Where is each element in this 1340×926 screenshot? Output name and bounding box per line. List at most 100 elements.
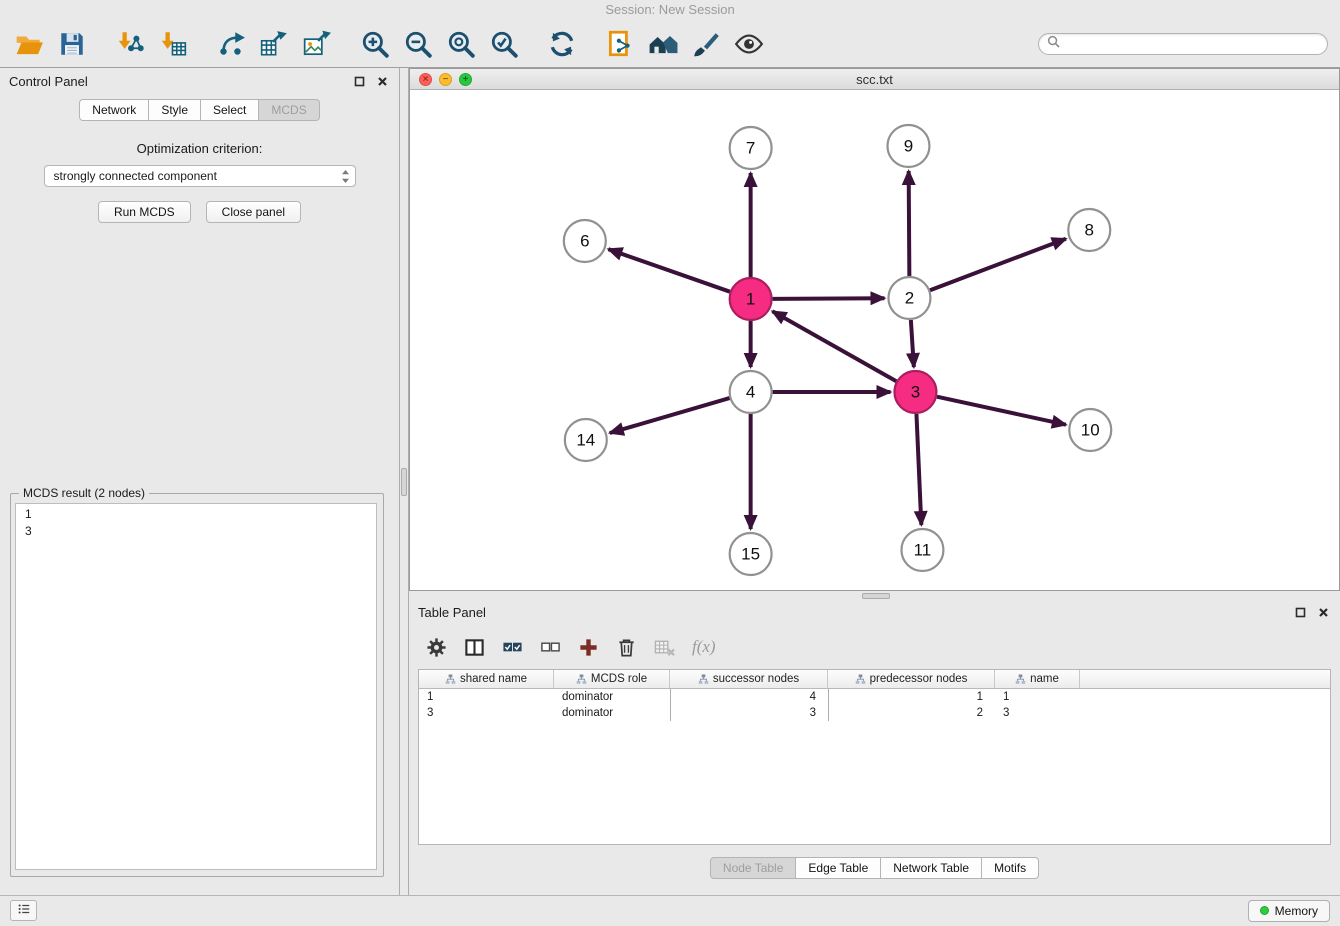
save-button[interactable] bbox=[55, 27, 89, 61]
tab-select[interactable]: Select bbox=[201, 99, 259, 121]
edge-1-6[interactable] bbox=[608, 249, 729, 292]
edge-2-9[interactable] bbox=[909, 171, 910, 276]
memory-status-icon bbox=[1260, 906, 1269, 915]
column-header-successor-nodes[interactable]: successor nodes bbox=[670, 670, 828, 688]
toolbar-group bbox=[12, 27, 89, 61]
tab-network[interactable]: Network bbox=[79, 99, 149, 121]
toolbar-group bbox=[113, 27, 190, 61]
import-table-button[interactable] bbox=[156, 27, 190, 61]
gear-icon bbox=[426, 637, 448, 658]
eye-button[interactable] bbox=[732, 27, 766, 61]
node-15[interactable]: 15 bbox=[730, 533, 772, 575]
gear-button[interactable] bbox=[425, 635, 449, 659]
zoom-window-icon[interactable]: + bbox=[459, 73, 472, 86]
node-11[interactable]: 11 bbox=[901, 529, 943, 571]
open-folder-button[interactable] bbox=[12, 27, 46, 61]
function-builder-button[interactable]: f(x) bbox=[691, 635, 717, 659]
table-tab-network-table[interactable]: Network Table bbox=[881, 857, 982, 879]
table-panel-title: Table Panel bbox=[418, 605, 486, 620]
clear-checkboxes-button[interactable] bbox=[539, 635, 563, 659]
refresh-button[interactable] bbox=[545, 27, 579, 61]
table-tabs: Node TableEdge TableNetwork TableMotifs bbox=[710, 857, 1039, 879]
tab-mcds[interactable]: MCDS bbox=[259, 99, 319, 121]
clear-checkboxes-icon bbox=[540, 637, 562, 658]
tab-style[interactable]: Style bbox=[149, 99, 201, 121]
export-network-button[interactable] bbox=[214, 27, 248, 61]
svg-text:6: 6 bbox=[580, 231, 589, 250]
column-label: predecessor nodes bbox=[870, 673, 968, 685]
zoom-in-icon bbox=[360, 29, 390, 59]
float-panel-icon[interactable] bbox=[352, 74, 367, 89]
document-share-button[interactable] bbox=[603, 27, 637, 61]
right-area: scc.txt ×−+ 7968124314101511 Table Panel bbox=[408, 68, 1340, 895]
float-table-panel-icon[interactable] bbox=[1293, 605, 1308, 620]
edge-3-11[interactable] bbox=[916, 414, 921, 525]
list-icon bbox=[17, 902, 31, 919]
search-input[interactable] bbox=[1065, 36, 1319, 52]
table-delete-button[interactable] bbox=[653, 635, 677, 659]
main-toolbar bbox=[0, 20, 1340, 68]
node-7[interactable]: 7 bbox=[730, 127, 772, 169]
network-canvas[interactable]: 7 9 6 8 1 2 4 3 14 10 15 11 bbox=[410, 90, 1339, 590]
edge-3-10[interactable] bbox=[937, 397, 1066, 425]
column-header-name[interactable]: name bbox=[995, 670, 1080, 688]
node-9[interactable]: 9 bbox=[887, 125, 929, 167]
node-8[interactable]: 8 bbox=[1068, 209, 1110, 251]
column-header-predecessor-nodes[interactable]: predecessor nodes bbox=[828, 670, 995, 688]
plus-button[interactable] bbox=[577, 635, 601, 659]
node-3[interactable]: 3 bbox=[894, 371, 936, 413]
zoom-in-button[interactable] bbox=[358, 27, 392, 61]
column-type-icon bbox=[698, 674, 709, 685]
vertical-splitter[interactable] bbox=[400, 68, 408, 895]
search-field[interactable] bbox=[1038, 33, 1328, 55]
column-header-mcds-role[interactable]: MCDS role bbox=[554, 670, 670, 688]
task-history-button[interactable] bbox=[10, 900, 37, 921]
column-header-shared-name[interactable]: shared name bbox=[419, 670, 554, 688]
node-10[interactable]: 10 bbox=[1069, 409, 1111, 451]
cell-shared-name: 1 bbox=[419, 689, 554, 705]
column-type-icon bbox=[576, 674, 587, 685]
optimization-criterion-select[interactable]: strongly connected component bbox=[44, 165, 356, 187]
home-button[interactable] bbox=[646, 27, 680, 61]
zoom-selected-button[interactable] bbox=[487, 27, 521, 61]
paintbrush-button[interactable] bbox=[689, 27, 723, 61]
close-panel-button[interactable]: Close panel bbox=[206, 201, 301, 223]
table-tab-node-table[interactable]: Node Table bbox=[710, 857, 797, 879]
table-header-row: shared nameMCDS role successor nodes prede… bbox=[419, 670, 1330, 689]
memory-button[interactable]: Memory bbox=[1248, 900, 1330, 922]
close-window-icon[interactable]: × bbox=[419, 73, 432, 86]
trash-button[interactable] bbox=[615, 635, 639, 659]
import-network-button[interactable] bbox=[113, 27, 147, 61]
export-table-button[interactable] bbox=[257, 27, 291, 61]
edge-4-14[interactable] bbox=[610, 398, 730, 433]
node-1[interactable]: 1 bbox=[730, 278, 772, 320]
edge-1-2[interactable] bbox=[773, 298, 885, 299]
close-table-panel-icon[interactable] bbox=[1316, 605, 1331, 620]
table-tab-motifs[interactable]: Motifs bbox=[982, 857, 1039, 879]
select-all-checkboxes-button[interactable] bbox=[501, 635, 525, 659]
export-image-button[interactable] bbox=[300, 27, 334, 61]
edge-2-3[interactable] bbox=[911, 320, 914, 367]
node-6[interactable]: 6 bbox=[564, 220, 606, 262]
table-row-2[interactable]: 3dominator323 bbox=[419, 705, 1330, 721]
node-2[interactable]: 2 bbox=[888, 277, 930, 319]
table-row-1[interactable]: 1dominator411 bbox=[419, 689, 1330, 705]
edge-2-8[interactable] bbox=[930, 239, 1066, 290]
columns-button[interactable] bbox=[463, 635, 487, 659]
table-tab-edge-table[interactable]: Edge Table bbox=[796, 857, 881, 879]
node-4[interactable]: 4 bbox=[730, 371, 772, 413]
zoom-out-button[interactable] bbox=[401, 27, 435, 61]
zoom-fit-button[interactable] bbox=[444, 27, 478, 61]
minimize-window-icon[interactable]: − bbox=[439, 73, 452, 86]
column-label: successor nodes bbox=[713, 673, 799, 685]
control-panel-tabs: NetworkStyleSelectMCDS bbox=[0, 99, 399, 121]
horizontal-splitter[interactable] bbox=[409, 591, 1340, 599]
column-type-icon bbox=[445, 674, 456, 685]
control-panel-header: Control Panel bbox=[0, 68, 399, 94]
column-type-icon bbox=[855, 674, 866, 685]
run-mcds-button[interactable]: Run MCDS bbox=[98, 201, 191, 223]
node-14[interactable]: 14 bbox=[565, 419, 607, 461]
edge-3-1[interactable] bbox=[772, 311, 896, 381]
close-panel-icon[interactable] bbox=[375, 74, 390, 89]
column-type-icon bbox=[1015, 674, 1026, 685]
